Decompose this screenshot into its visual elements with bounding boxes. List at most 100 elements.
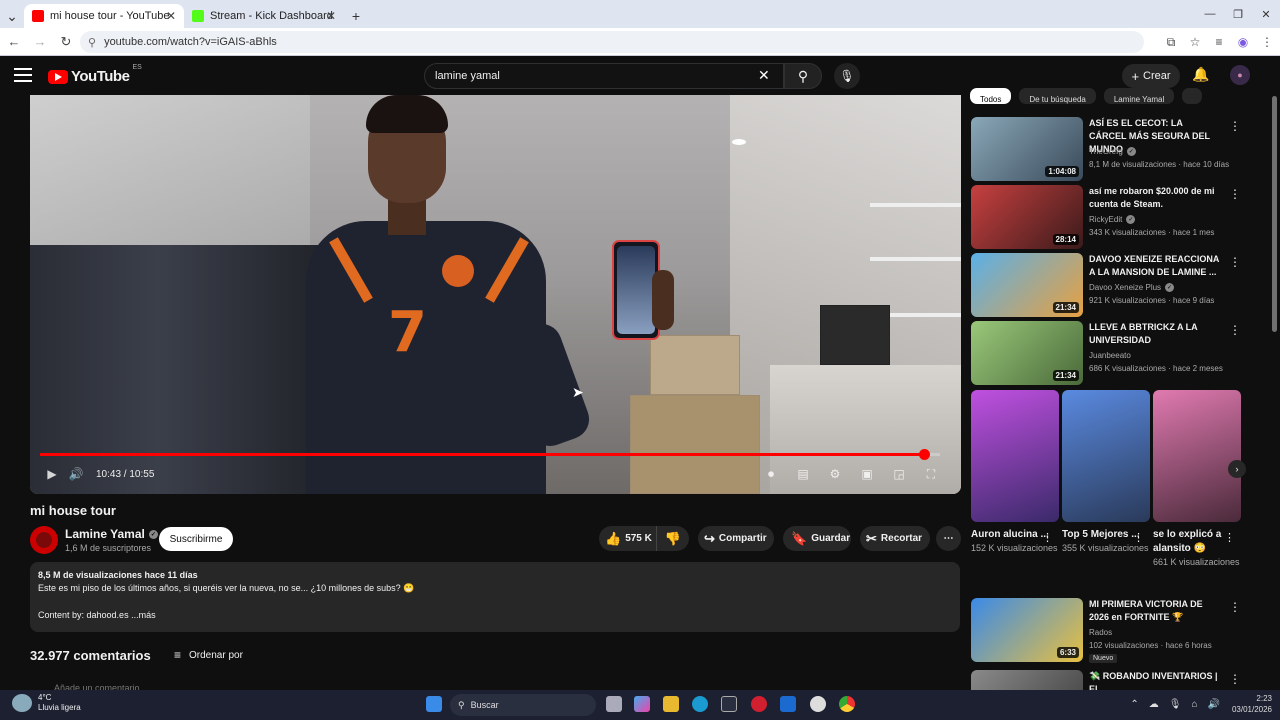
progress-bar[interactable]: [40, 449, 940, 460]
windows-start-icon[interactable]: [426, 696, 442, 712]
new-tab-button[interactable]: +: [344, 4, 368, 28]
short-thumbnail[interactable]: [971, 390, 1059, 522]
dislike-button[interactable]: 👎: [657, 526, 689, 551]
more-actions-button[interactable]: ⋯: [936, 526, 961, 551]
file-explorer-icon[interactable]: [663, 696, 679, 712]
close-window-icon[interactable]: ✕: [1252, 0, 1280, 28]
like-button[interactable]: 👍 575 K: [599, 526, 657, 551]
play-icon[interactable]: ▶: [40, 462, 64, 486]
description-credits[interactable]: Content by: dahood.es ...más: [38, 610, 952, 620]
recommended-video[interactable]: 💸 ROBANDO INVENTARIOS | El... ⋮: [971, 670, 1241, 690]
video-thumbnail[interactable]: 21:34: [971, 253, 1083, 317]
clear-search-icon[interactable]: ✕: [758, 67, 770, 84]
description-box[interactable]: 8,5 M de visualizaciones hace 11 días Es…: [30, 562, 960, 632]
outlook-icon[interactable]: [780, 696, 796, 712]
restore-icon[interactable]: ❐: [1224, 0, 1252, 28]
search-button[interactable]: ⚲: [784, 63, 822, 89]
create-button[interactable]: + Crear: [1122, 64, 1180, 88]
minimize-icon[interactable]: —: [1196, 0, 1224, 28]
progress-scrubber[interactable]: [918, 449, 930, 460]
volume-icon[interactable]: 🔊: [1208, 699, 1220, 710]
task-view-icon[interactable]: [606, 696, 622, 712]
volume-icon[interactable]: 🔊: [64, 462, 88, 486]
more-options-icon[interactable]: ⋮: [1133, 531, 1144, 544]
network-icon[interactable]: ⌂: [1191, 699, 1197, 710]
share-button[interactable]: ↪ Compartir: [698, 526, 774, 551]
recommended-video[interactable]: 28:14 así me robaron $20.000 de mi cuent…: [971, 185, 1241, 249]
channel-name[interactable]: Rados: [1089, 628, 1112, 637]
close-tab-icon[interactable]: ✕: [326, 9, 336, 23]
more-options-icon[interactable]: ⋮: [1229, 600, 1241, 614]
site-info-icon[interactable]: ⚲: [88, 36, 96, 49]
recommended-video[interactable]: 1:04:08 ASÍ ES EL CECOT: LA CÁRCEL MÁS S…: [971, 117, 1241, 181]
subscribe-button[interactable]: Suscribirme: [159, 527, 233, 551]
browser-tab-kick[interactable]: Stream - Kick Dashboard ✕: [184, 4, 344, 28]
short-thumbnail[interactable]: [1062, 390, 1150, 522]
short-thumbnail[interactable]: [1153, 390, 1241, 522]
more-options-icon[interactable]: ⋮: [1229, 672, 1241, 686]
channel-name[interactable]: Davoo Xeneize Plus ✓: [1089, 283, 1175, 292]
hamburger-menu-icon[interactable]: [14, 68, 32, 82]
video-title[interactable]: LLEVE A BBTRICKZ A LA UNIVERSIDAD: [1089, 321, 1221, 347]
chip-lamine[interactable]: Lamine Yamal: [1103, 88, 1175, 104]
shorts-next-icon[interactable]: ›: [1228, 460, 1246, 478]
fullscreen-icon[interactable]: ⛶: [915, 462, 947, 486]
short-item[interactable]: se lo explicó a alansito 😳 661 K visuali…: [1153, 390, 1241, 569]
cloud-icon[interactable]: ☁: [1149, 699, 1159, 710]
search-input[interactable]: lamine yamal: [424, 63, 784, 89]
more-options-icon[interactable]: ⋮: [1229, 323, 1241, 337]
save-button[interactable]: 🔖 Guardar: [783, 526, 851, 551]
install-app-icon[interactable]: ⧉: [1160, 31, 1182, 53]
more-options-icon[interactable]: ⋮: [1229, 255, 1241, 269]
short-item[interactable]: Top 5 Mejores ... 355 K visualizaciones …: [1062, 390, 1150, 555]
more-options-icon[interactable]: ⋮: [1229, 187, 1241, 201]
video-thumbnail[interactable]: 21:34: [971, 321, 1083, 385]
close-tab-icon[interactable]: ✕: [166, 9, 176, 23]
weather-widget[interactable]: 4°C Lluvia ligera: [12, 693, 81, 713]
video-title[interactable]: MI PRIMERA VICTORIA DE 2026 en FORTNITE …: [1089, 598, 1221, 624]
bookmark-star-icon[interactable]: ☆: [1184, 31, 1206, 53]
miniplayer-icon[interactable]: ▣: [851, 462, 883, 486]
recommended-video[interactable]: 21:34 DAVOO XENEIZE REACCIONA A LA MANSI…: [971, 253, 1241, 317]
video-title[interactable]: así me robaron $20.000 de mi cuenta de S…: [1089, 185, 1221, 211]
subtitles-icon[interactable]: ▤: [787, 462, 819, 486]
app-icon[interactable]: [810, 696, 826, 712]
account-avatar[interactable]: ●: [1230, 65, 1250, 85]
more-options-icon[interactable]: ⋮: [1229, 119, 1241, 133]
more-options-icon[interactable]: ⋮: [1042, 531, 1053, 544]
copilot-icon[interactable]: [634, 696, 650, 712]
sort-comments-button[interactable]: ≡ Ordenar por: [174, 648, 243, 662]
url-field[interactable]: ⚲ youtube.com/watch?v=iGAIS-aBhls: [80, 31, 1144, 53]
clock[interactable]: 2:23 03/01/2026: [1232, 693, 1272, 715]
channel-name[interactable]: RickyEdit ✓: [1089, 215, 1136, 224]
video-thumbnail[interactable]: 1:04:08: [971, 117, 1083, 181]
scrollbar-thumb[interactable]: [1272, 96, 1277, 332]
browser-tab-youtube[interactable]: mi house tour - YouTube ✕: [24, 4, 184, 28]
video-title[interactable]: 💸 ROBANDO INVENTARIOS | El...: [1089, 670, 1221, 690]
microphone-icon[interactable]: 🎙: [1169, 699, 1182, 710]
voice-search-icon[interactable]: 🎙: [834, 63, 860, 89]
store-icon[interactable]: [721, 696, 737, 712]
reload-icon[interactable]: ↻: [54, 30, 78, 54]
forward-icon[interactable]: →: [28, 30, 52, 54]
chrome-icon[interactable]: [839, 696, 855, 712]
taskbar-search[interactable]: ⚲ Buscar: [450, 694, 596, 716]
opera-icon[interactable]: [751, 696, 767, 712]
video-title[interactable]: DAVOO XENEIZE REACCIONA A LA MANSION DE …: [1089, 253, 1221, 279]
channel-avatar[interactable]: [30, 526, 58, 554]
extension-icon[interactable]: ◉: [1232, 31, 1254, 53]
cast-icon[interactable]: ◲: [883, 462, 915, 486]
edge-icon[interactable]: [692, 696, 708, 712]
channel-name[interactable]: Lamine Yamal ✓: [65, 527, 158, 541]
video-thumbnail[interactable]: 6:33: [971, 598, 1083, 662]
settings-gear-icon[interactable]: ⚙: [819, 462, 851, 486]
autoplay-toggle-icon[interactable]: ⏺: [755, 462, 787, 486]
reading-list-icon[interactable]: ≡: [1208, 31, 1230, 53]
chip-from-search[interactable]: De tu búsqueda: [1019, 88, 1096, 104]
back-icon[interactable]: ←: [2, 30, 26, 54]
chip-all[interactable]: Todos: [970, 88, 1012, 104]
chip-more[interactable]: [1182, 88, 1203, 104]
menu-kebab-icon[interactable]: ⋮: [1256, 31, 1278, 53]
video-thumbnail[interactable]: [971, 670, 1083, 690]
recommended-video[interactable]: 21:34 LLEVE A BBTRICKZ A LA UNIVERSIDAD …: [971, 321, 1241, 385]
